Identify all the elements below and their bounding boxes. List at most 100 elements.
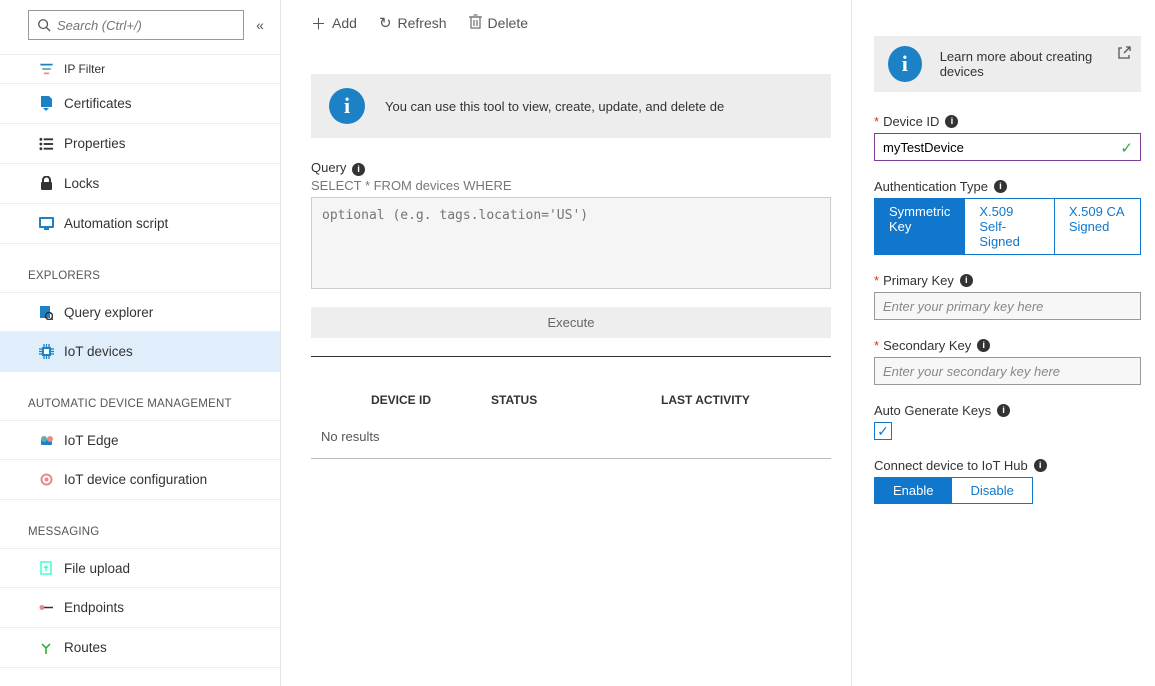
auto-gen-label: Auto Generate Keys i xyxy=(874,403,1141,418)
nav-scroll[interactable]: IP Filter Certificates Properties Locks … xyxy=(0,54,280,686)
device-id-input[interactable] xyxy=(874,133,1141,161)
connect-group: Enable Disable xyxy=(874,477,1141,504)
device-id-label: * Device ID i xyxy=(874,114,1141,129)
sidebar-item-routes[interactable]: Routes xyxy=(0,628,280,668)
edge-icon xyxy=(38,432,54,448)
sidebar: « IP Filter Certificates Properties Lock… xyxy=(0,0,281,686)
trash-icon xyxy=(469,14,482,33)
device-id-input-wrap: ✓ xyxy=(874,133,1141,161)
primary-key-input-wrap xyxy=(874,292,1141,320)
no-results-text: No results xyxy=(311,421,831,458)
sidebar-item-label: Properties xyxy=(64,136,126,151)
primary-key-label: * Primary Key i xyxy=(874,273,1141,288)
sidebar-item-label: Query explorer xyxy=(64,305,153,320)
create-device-panel: i Learn more about creating devices * De… xyxy=(851,0,1155,686)
info-icon[interactable]: i xyxy=(994,180,1007,193)
label-text: Authentication Type xyxy=(874,179,988,194)
info-icon[interactable]: i xyxy=(352,163,365,176)
sidebar-item-iot-devices[interactable]: IoT devices xyxy=(0,332,280,372)
plus-icon: ＋ xyxy=(311,13,326,34)
search-input[interactable] xyxy=(57,18,235,33)
auth-opt-x509-ca[interactable]: X.509 CA Signed xyxy=(1055,198,1141,255)
primary-key-input[interactable] xyxy=(874,292,1141,320)
auth-opt-symmetric[interactable]: Symmetric Key xyxy=(874,198,965,255)
refresh-button[interactable]: ↻ Refresh xyxy=(379,14,447,32)
label-text: Primary Key xyxy=(883,273,954,288)
file-upload-icon xyxy=(38,560,54,576)
sidebar-item-locks[interactable]: Locks xyxy=(0,164,280,204)
connect-opt-disable[interactable]: Disable xyxy=(952,477,1032,504)
sidebar-item-iot-edge[interactable]: IoT Edge xyxy=(0,420,280,460)
sidebar-item-automation-script[interactable]: Automation script xyxy=(0,204,280,244)
sidebar-item-ip-filter[interactable]: IP Filter xyxy=(0,54,280,84)
info-icon[interactable]: i xyxy=(960,274,973,287)
query-input[interactable] xyxy=(311,197,831,289)
secondary-key-input-wrap xyxy=(874,357,1141,385)
tool-label: Delete xyxy=(488,15,528,31)
tool-label: Refresh xyxy=(398,15,447,31)
sidebar-item-label: Locks xyxy=(64,176,99,191)
col-last-activity: LAST ACTIVITY xyxy=(661,393,831,407)
endpoints-icon xyxy=(38,600,54,616)
auth-opt-x509-self[interactable]: X.509 Self-Signed xyxy=(965,198,1054,255)
sidebar-item-label: IoT Edge xyxy=(64,433,119,448)
sidebar-item-endpoints[interactable]: Endpoints xyxy=(0,588,280,628)
query-label: Query xyxy=(311,160,346,175)
section-explorers: EXPLORERS xyxy=(0,244,280,292)
sidebar-item-label: Automation script xyxy=(64,216,168,231)
learn-more-banner[interactable]: i Learn more about creating devices xyxy=(874,36,1141,92)
sidebar-item-file-upload[interactable]: File upload xyxy=(0,548,280,588)
external-link-icon[interactable] xyxy=(1118,46,1131,62)
collapse-sidebar-button[interactable]: « xyxy=(248,13,272,37)
sidebar-item-certificates[interactable]: Certificates xyxy=(0,84,280,124)
refresh-icon: ↻ xyxy=(379,14,392,32)
required-marker: * xyxy=(874,114,879,129)
label-text: Connect device to IoT Hub xyxy=(874,458,1028,473)
routes-icon xyxy=(38,640,54,656)
add-button[interactable]: ＋ Add xyxy=(311,13,357,34)
auth-type-group: Symmetric Key X.509 Self-Signed X.509 CA… xyxy=(874,198,1141,255)
auto-gen-checkbox[interactable]: ✓ xyxy=(874,422,892,440)
section-messaging: MESSAGING xyxy=(0,500,280,548)
config-icon xyxy=(38,472,54,488)
auth-type-label: Authentication Type i xyxy=(874,179,1141,194)
info-icon[interactable]: i xyxy=(1034,459,1047,472)
info-icon: i xyxy=(888,46,922,82)
col-device-id: DEVICE ID xyxy=(321,393,491,407)
table-footer-line xyxy=(311,458,831,459)
lock-icon xyxy=(38,176,54,192)
query-sql-preview: SELECT * FROM devices WHERE xyxy=(311,178,831,193)
connect-opt-enable[interactable]: Enable xyxy=(874,477,952,504)
learn-more-text: Learn more about creating devices xyxy=(940,49,1127,79)
info-text: You can use this tool to view, create, u… xyxy=(385,99,724,114)
chip-icon xyxy=(38,344,54,360)
col-status: STATUS xyxy=(491,393,661,407)
required-marker: * xyxy=(874,273,879,288)
execute-button[interactable]: Execute xyxy=(311,307,831,338)
secondary-key-input[interactable] xyxy=(874,357,1141,385)
info-icon[interactable]: i xyxy=(997,404,1010,417)
search-row: « xyxy=(0,10,280,40)
label-text: Secondary Key xyxy=(883,338,971,353)
info-icon[interactable]: i xyxy=(977,339,990,352)
sidebar-item-label: IoT devices xyxy=(64,344,133,359)
automation-icon xyxy=(38,216,54,232)
check-icon: ✓ xyxy=(1120,139,1133,157)
properties-icon xyxy=(38,136,54,152)
search-icon xyxy=(37,18,51,32)
sidebar-item-label: Routes xyxy=(64,640,107,655)
filter-icon xyxy=(38,61,54,77)
search-box[interactable] xyxy=(28,10,244,40)
sidebar-item-properties[interactable]: Properties xyxy=(0,124,280,164)
sidebar-item-label: Certificates xyxy=(64,96,132,111)
delete-button[interactable]: Delete xyxy=(469,14,528,33)
table-header: DEVICE ID STATUS LAST ACTIVITY xyxy=(311,357,831,421)
secondary-key-label: * Secondary Key i xyxy=(874,338,1141,353)
query-section: Query i xyxy=(311,160,831,176)
tool-label: Add xyxy=(332,15,357,31)
info-icon[interactable]: i xyxy=(945,115,958,128)
sidebar-item-iot-device-config[interactable]: IoT device configuration xyxy=(0,460,280,500)
query-icon xyxy=(38,304,54,320)
label-text: Auto Generate Keys xyxy=(874,403,991,418)
sidebar-item-query-explorer[interactable]: Query explorer xyxy=(0,292,280,332)
